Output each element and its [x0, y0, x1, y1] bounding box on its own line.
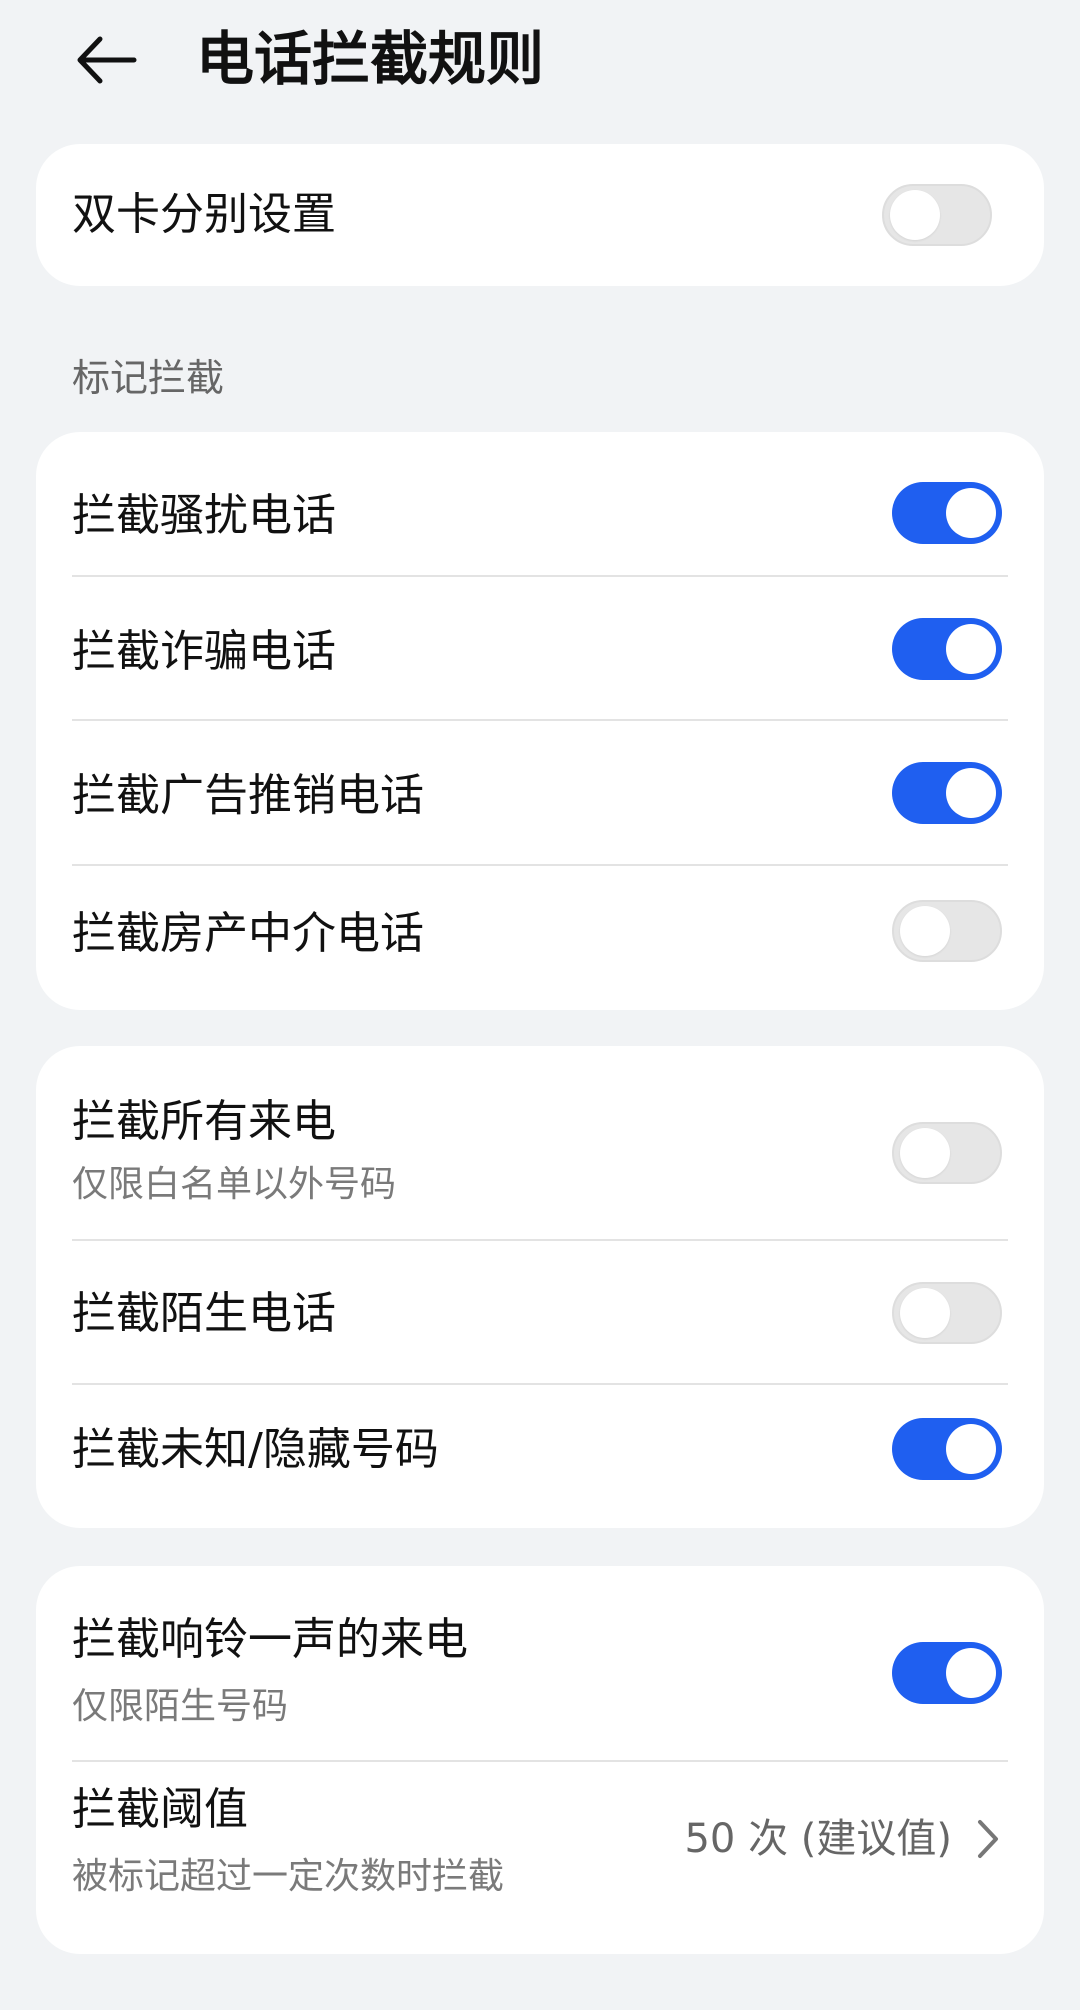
block-hidden-label: 拦截未知/隐藏号码	[72, 1424, 439, 1475]
threshold-sublabel: 被标记超过一定次数时拦截	[72, 1856, 505, 1897]
block-fraud-toggle[interactable]	[892, 618, 1002, 680]
toggle-knob	[946, 488, 996, 538]
back-button[interactable]	[56, 10, 156, 110]
dual-sim-card: 双卡分别设置	[36, 144, 1044, 286]
toggle-knob	[946, 768, 996, 818]
back-arrow-icon	[77, 36, 137, 84]
section-label-mark: 标记拦截	[72, 356, 225, 400]
toggle-knob	[890, 190, 940, 240]
block-fraud-label: 拦截诈骗电话	[72, 626, 336, 677]
page-title: 电话拦截规则	[196, 25, 545, 93]
block-ring-once-toggle[interactable]	[892, 1642, 1002, 1704]
toggle-knob	[946, 624, 996, 674]
threshold-value: 50 次 (建议值)	[684, 1816, 952, 1862]
block-hidden-toggle[interactable]	[892, 1418, 1002, 1480]
block-all-toggle[interactable]	[892, 1122, 1002, 1184]
toggle-knob	[946, 1648, 996, 1698]
block-harassment-label: 拦截骚扰电话	[72, 490, 336, 541]
threshold-label: 拦截阈值	[72, 1784, 248, 1835]
toggle-knob	[900, 1288, 950, 1338]
divider	[72, 864, 1008, 866]
toggle-knob	[946, 1424, 996, 1474]
block-all-label: 拦截所有来电	[72, 1096, 336, 1147]
app-bar: 电话拦截规则	[0, 0, 1080, 120]
divider	[72, 1383, 1008, 1385]
block-ring-once-sublabel: 仅限陌生号码	[72, 1686, 289, 1727]
block-ring-once-label: 拦截响铃一声的来电	[72, 1614, 468, 1665]
block-stranger-toggle[interactable]	[892, 1282, 1002, 1344]
general-intercept-card: 拦截所有来电 仅限白名单以外号码 拦截陌生电话 拦截未知/隐藏号码	[36, 1046, 1044, 1528]
dual-sim-label: 双卡分别设置	[72, 189, 336, 240]
block-all-sublabel: 仅限白名单以外号码	[72, 1164, 397, 1205]
screen: 电话拦截规则 双卡分别设置 标记拦截 拦截骚扰电话 拦截诈骗电话 拦截广告推销电…	[0, 0, 1080, 2010]
block-ads-toggle[interactable]	[892, 762, 1002, 824]
threshold-row[interactable]: 拦截阈值 被标记超过一定次数时拦截 50 次 (建议值)	[36, 1762, 1044, 1954]
divider	[72, 575, 1008, 577]
toggle-knob	[900, 1128, 950, 1178]
block-realestate-toggle[interactable]	[892, 900, 1002, 962]
divider	[72, 1239, 1008, 1241]
block-realestate-label: 拦截房产中介电话	[72, 908, 424, 959]
divider	[72, 719, 1008, 721]
chevron-right-icon	[978, 1820, 998, 1858]
block-stranger-label: 拦截陌生电话	[72, 1288, 336, 1339]
block-harassment-toggle[interactable]	[892, 482, 1002, 544]
block-ads-label: 拦截广告推销电话	[72, 770, 424, 821]
dual-sim-toggle[interactable]	[882, 184, 992, 246]
ring-threshold-card: 拦截响铃一声的来电 仅限陌生号码 拦截阈值 被标记超过一定次数时拦截 50 次 …	[36, 1566, 1044, 1954]
toggle-knob	[900, 906, 950, 956]
mark-intercept-card: 拦截骚扰电话 拦截诈骗电话 拦截广告推销电话 拦截房产中介电话	[36, 432, 1044, 1010]
